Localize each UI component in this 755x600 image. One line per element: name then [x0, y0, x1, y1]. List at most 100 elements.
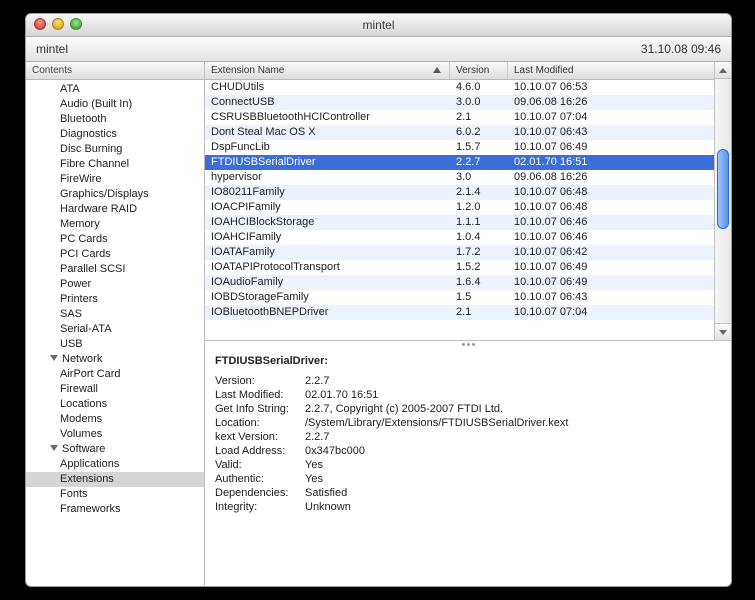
detail-key: Dependencies:: [215, 487, 305, 501]
sort-asc-icon: [433, 67, 441, 73]
sidebar-item[interactable]: Audio (Built In): [26, 97, 204, 112]
table-row[interactable]: IOAHCIBlockStorage1.1.110.10.07 06:46: [205, 215, 714, 230]
titlebar[interactable]: mintel: [26, 14, 731, 37]
sidebar-item[interactable]: PC Cards: [26, 232, 204, 247]
sidebar-item[interactable]: Diagnostics: [26, 127, 204, 142]
cell-mod: 10.10.07 06:43: [508, 125, 714, 140]
cell-mod: 10.10.07 06:48: [508, 200, 714, 215]
cell-mod: 10.10.07 06:49: [508, 275, 714, 290]
cell-ver: 1.5.7: [450, 140, 508, 155]
sidebar-item[interactable]: Serial-ATA: [26, 322, 204, 337]
detail-value: Yes: [305, 459, 721, 473]
sidebar-item[interactable]: Applications: [26, 457, 204, 472]
minimize-icon[interactable]: [52, 18, 64, 30]
sidebar-item[interactable]: Modems: [26, 412, 204, 427]
sidebar-item[interactable]: Power: [26, 277, 204, 292]
table-row[interactable]: FTDIUSBSerialDriver2.2.702.01.70 16:51: [205, 155, 714, 170]
cell-name: IOBDStorageFamily: [205, 290, 450, 305]
cell-mod: 10.10.07 06:53: [508, 80, 714, 95]
cell-mod: 02.01.70 16:51: [508, 155, 714, 170]
sidebar-item-label: USB: [60, 338, 83, 350]
cell-mod: 10.10.07 06:49: [508, 140, 714, 155]
cell-ver: 3.0: [450, 170, 508, 185]
table-row[interactable]: CSRUSBBluetoothHCIController2.110.10.07 …: [205, 110, 714, 125]
cell-mod: 10.10.07 06:43: [508, 290, 714, 305]
cell-name: Dont Steal Mac OS X: [205, 125, 450, 140]
table-row[interactable]: IOATAFamily1.7.210.10.07 06:42: [205, 245, 714, 260]
sidebar-item[interactable]: Fonts: [26, 487, 204, 502]
sidebar-item-label: Parallel SCSI: [60, 263, 125, 275]
zoom-icon[interactable]: [70, 18, 82, 30]
table-row[interactable]: IOBDStorageFamily1.510.10.07 06:43: [205, 290, 714, 305]
sidebar-item[interactable]: Hardware RAID: [26, 202, 204, 217]
sidebar-item[interactable]: Graphics/Displays: [26, 187, 204, 202]
disclosure-triangle-icon: [50, 445, 58, 451]
sidebar-item[interactable]: Parallel SCSI: [26, 262, 204, 277]
sidebar-item[interactable]: AirPort Card: [26, 367, 204, 382]
table-row[interactable]: IOAudioFamily1.6.410.10.07 06:49: [205, 275, 714, 290]
sidebar-item[interactable]: Volumes: [26, 427, 204, 442]
cell-name: CSRUSBBluetoothHCIController: [205, 110, 450, 125]
sidebar-item[interactable]: FireWire: [26, 172, 204, 187]
col-header-modified[interactable]: Last Modified: [508, 62, 714, 79]
cell-ver: 1.5.2: [450, 260, 508, 275]
table-row[interactable]: IOATAPIProtocolTransport1.5.210.10.07 06…: [205, 260, 714, 275]
sidebar-item[interactable]: Memory: [26, 217, 204, 232]
sidebar-item-label: Network: [62, 353, 102, 365]
table-body[interactable]: CHUDUtils4.6.010.10.07 06:53ConnectUSB3.…: [205, 80, 714, 340]
table-row[interactable]: IO80211Family2.1.410.10.07 06:48: [205, 185, 714, 200]
cell-name: FTDIUSBSerialDriver: [205, 155, 450, 170]
vertical-scrollbar[interactable]: [714, 62, 731, 340]
sidebar-item[interactable]: USB: [26, 337, 204, 352]
sidebar-item-label: Power: [60, 278, 91, 290]
sidebar-item[interactable]: Disc Burning: [26, 142, 204, 157]
table-row[interactable]: ConnectUSB3.0.009.06.08 16:26: [205, 95, 714, 110]
detail-row: kext Version:2.2.7: [215, 431, 721, 445]
scroll-up-button[interactable]: [715, 62, 731, 79]
sidebar-item[interactable]: Frameworks: [26, 502, 204, 517]
table-row[interactable]: IOACPIFamily1.2.010.10.07 06:48: [205, 200, 714, 215]
sidebar-item[interactable]: Firewall: [26, 382, 204, 397]
scroll-thumb[interactable]: [717, 149, 729, 229]
sidebar-item[interactable]: SAS: [26, 307, 204, 322]
cell-ver: 2.1: [450, 305, 508, 320]
table-row[interactable]: IOBluetoothBNEPDriver2.110.10.07 07:04: [205, 305, 714, 320]
disclosure-triangle-icon: [50, 355, 58, 361]
detail-row: Dependencies:Satisfied: [215, 487, 721, 501]
table-row[interactable]: hypervisor3.009.06.08 16:26: [205, 170, 714, 185]
col-header-version[interactable]: Version: [450, 62, 508, 79]
sidebar-item-label: Fonts: [60, 488, 88, 500]
chevron-up-icon: [719, 68, 727, 73]
scroll-track[interactable]: [715, 79, 731, 323]
cell-ver: 1.6.4: [450, 275, 508, 290]
table-row[interactable]: DspFuncLib1.5.710.10.07 06:49: [205, 140, 714, 155]
extensions-table: Extension Name Version Last Modified CHU…: [205, 62, 714, 340]
table-row[interactable]: IOAHCIFamily1.0.410.10.07 06:46: [205, 230, 714, 245]
cell-name: DspFuncLib: [205, 140, 450, 155]
detail-pane: FTDIUSBSerialDriver: Version:2.2.7Last M…: [205, 347, 731, 586]
cell-name: IOAudioFamily: [205, 275, 450, 290]
sidebar-item[interactable]: Fibre Channel: [26, 157, 204, 172]
detail-value: Yes: [305, 473, 721, 487]
table-row[interactable]: Dont Steal Mac OS X6.0.210.10.07 06:43: [205, 125, 714, 140]
sidebar-item[interactable]: Locations: [26, 397, 204, 412]
sidebar-group-software[interactable]: Software: [26, 442, 204, 457]
sidebar-item[interactable]: ATA: [26, 82, 204, 97]
cell-ver: 6.0.2: [450, 125, 508, 140]
cell-ver: 1.5: [450, 290, 508, 305]
scroll-down-button[interactable]: [715, 323, 731, 340]
sidebar-item-label: SAS: [60, 308, 82, 320]
col-header-name[interactable]: Extension Name: [205, 62, 450, 79]
sidebar-item[interactable]: Extensions: [26, 472, 204, 487]
sidebar-item[interactable]: PCI Cards: [26, 247, 204, 262]
timestamp-label: 31.10.08 09:46: [641, 42, 721, 56]
close-icon[interactable]: [34, 18, 46, 30]
sidebar-item-label: Audio (Built In): [60, 98, 132, 110]
cell-mod: 10.10.07 06:46: [508, 230, 714, 245]
sidebar-item[interactable]: Bluetooth: [26, 112, 204, 127]
table-row[interactable]: CHUDUtils4.6.010.10.07 06:53: [205, 80, 714, 95]
sidebar-header[interactable]: Contents: [26, 62, 204, 80]
sidebar-group-network[interactable]: Network: [26, 352, 204, 367]
sidebar-item[interactable]: Printers: [26, 292, 204, 307]
window: mintel mintel 31.10.08 09:46 Contents AT…: [25, 13, 732, 587]
